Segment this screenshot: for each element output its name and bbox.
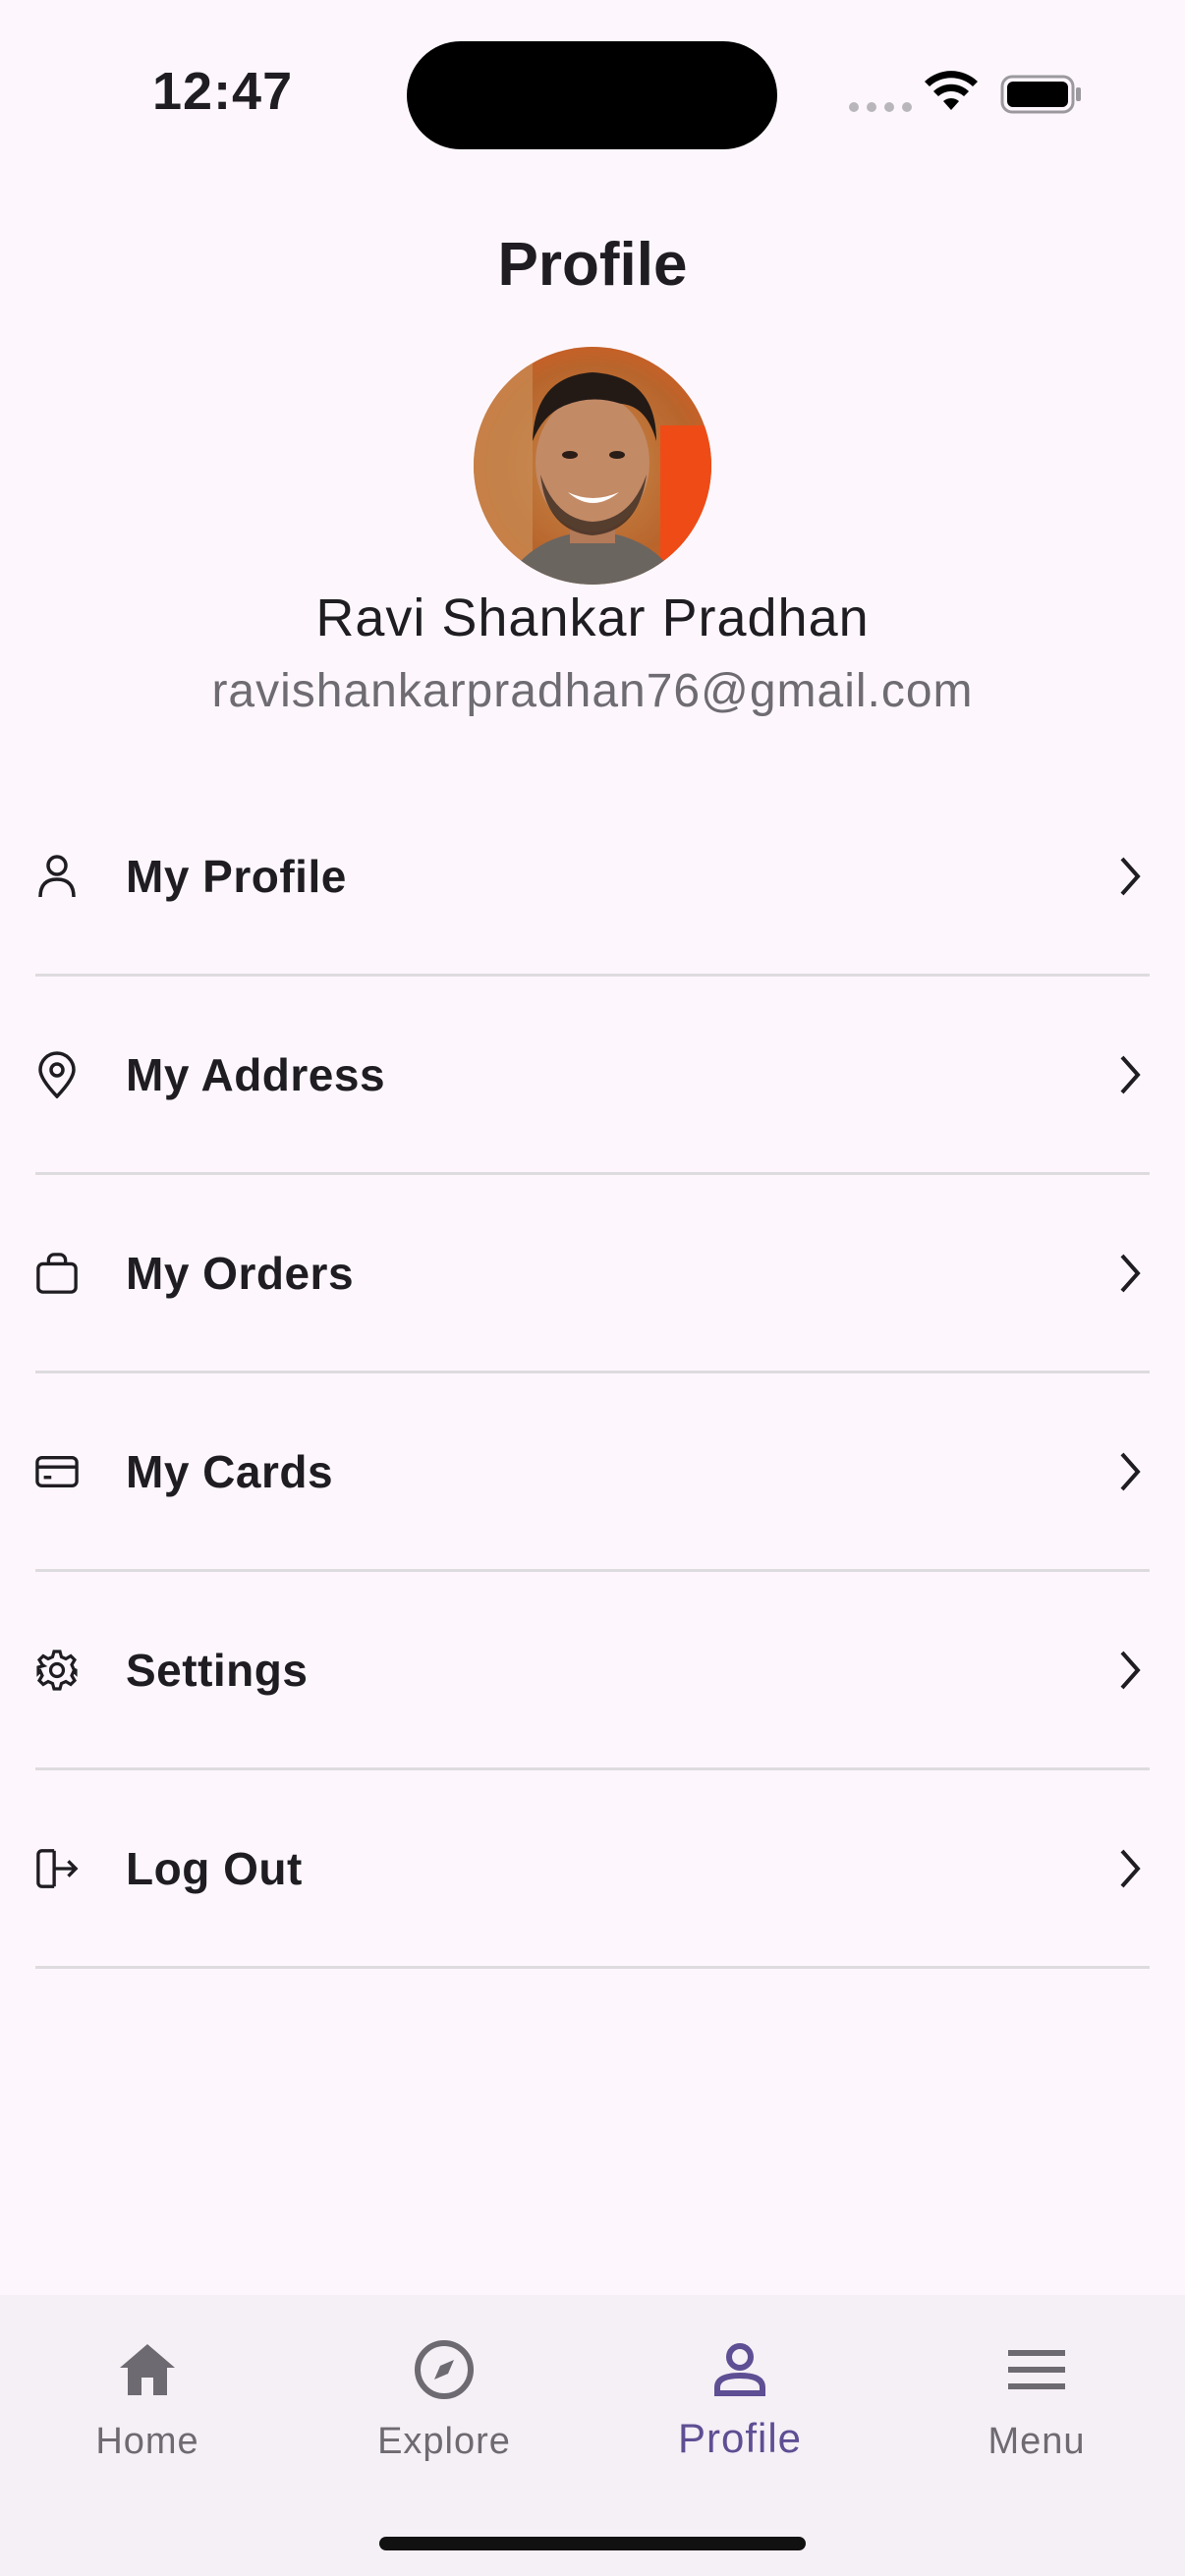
menu-item-label: Settings [126, 1644, 309, 1696]
person-icon [35, 851, 79, 902]
chevron-right-icon [1120, 1849, 1141, 1887]
menu-item-label: My Orders [126, 1247, 355, 1299]
dynamic-island [407, 41, 777, 149]
cellular-signal-icon [849, 102, 912, 112]
chevron-right-icon [1120, 857, 1141, 895]
menu-item-label: My Profile [126, 850, 347, 902]
profile-screen: 12:47 Profile Ravi Shankar Pradhan ravis… [0, 0, 1185, 2576]
nav-label: Explore [377, 2421, 511, 2462]
profile-menu-list: My Profile My Address My Orders My Cards… [35, 778, 1150, 1969]
credit-card-icon [35, 1446, 79, 1497]
menu-item-label: Log Out [126, 1842, 303, 1894]
logout-icon [35, 1843, 79, 1894]
page-title: Profile [497, 231, 688, 299]
shopping-bag-icon [35, 1248, 79, 1299]
nav-item-explore[interactable]: Explore [297, 2330, 592, 2463]
chevron-right-icon [1120, 1651, 1141, 1689]
battery-icon [1000, 75, 1081, 114]
home-icon [0, 2330, 295, 2409]
user-name: Ravi Shankar Pradhan [315, 588, 870, 647]
chevron-right-icon [1120, 1055, 1141, 1093]
gear-icon [35, 1645, 79, 1696]
menu-item-settings[interactable]: Settings [35, 1572, 1150, 1770]
user-email: ravishankarpradhan76@gmail.com [211, 665, 974, 717]
location-pin-icon [35, 1049, 79, 1100]
person-icon [592, 2330, 887, 2409]
nav-label: Profile [677, 2415, 803, 2461]
nav-item-menu[interactable]: Menu [889, 2330, 1184, 2463]
nav-label: Home [95, 2421, 199, 2462]
menu-item-log-out[interactable]: Log Out [35, 1770, 1150, 1969]
menu-item-my-orders[interactable]: My Orders [35, 1175, 1150, 1373]
status-time: 12:47 [152, 62, 294, 121]
menu-item-my-profile[interactable]: My Profile [35, 778, 1150, 977]
chevron-right-icon [1120, 1452, 1141, 1490]
avatar[interactable] [474, 347, 711, 585]
hamburger-menu-icon [889, 2330, 1184, 2409]
menu-item-label: My Address [126, 1048, 386, 1100]
menu-item-label: My Cards [126, 1445, 334, 1497]
bottom-navigation-bar: Home Explore Profile Menu [0, 2295, 1185, 2576]
compass-icon [297, 2330, 592, 2409]
chevron-right-icon [1120, 1254, 1141, 1292]
wifi-icon [925, 71, 978, 110]
menu-item-my-cards[interactable]: My Cards [35, 1373, 1150, 1572]
menu-item-my-address[interactable]: My Address [35, 977, 1150, 1175]
nav-item-home[interactable]: Home [0, 2330, 295, 2463]
home-indicator[interactable] [379, 2537, 806, 2550]
nav-item-profile[interactable]: Profile [592, 2330, 887, 2462]
nav-label: Menu [988, 2421, 1086, 2462]
